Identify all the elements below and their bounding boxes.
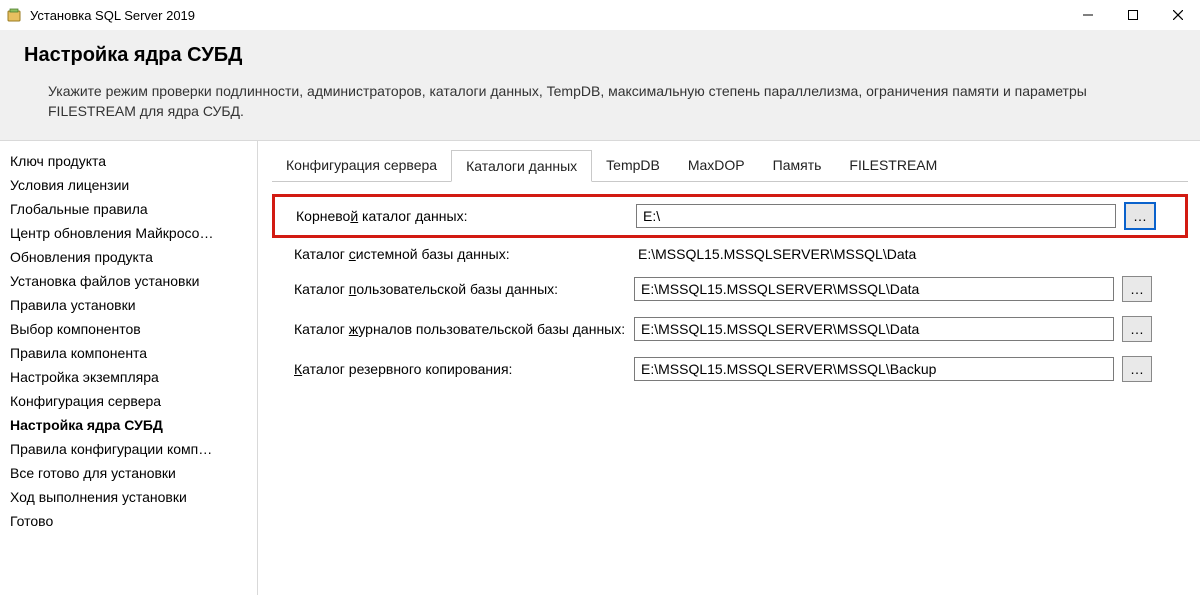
label-root-data-dir: Корневой каталог данных: — [276, 208, 636, 224]
value-system-db-dir: E:\MSSQL15.MSSQLSERVER\MSSQL\Data — [634, 246, 916, 262]
sidebar-step[interactable]: Настройка ядра СУБД — [0, 413, 257, 437]
input-user-db-dir[interactable] — [634, 277, 1114, 301]
row-system-db-dir: Каталог системной базы данных: E:\MSSQL1… — [274, 246, 1186, 262]
sidebar-step[interactable]: Правила компонента — [0, 341, 257, 365]
label-user-log-dir: Каталог журналов пользовательской базы д… — [274, 321, 634, 337]
sidebar-step[interactable]: Все готово для установки — [0, 461, 257, 485]
app-icon — [6, 7, 22, 23]
data-directories-form: Корневой каталог данных: … Каталог систе… — [272, 182, 1188, 382]
tab[interactable]: Память — [759, 150, 836, 182]
sidebar-step[interactable]: Правила установки — [0, 293, 257, 317]
sidebar-step[interactable]: Условия лицензии — [0, 173, 257, 197]
close-button[interactable] — [1155, 0, 1200, 30]
tab[interactable]: Конфигурация сервера — [272, 150, 451, 182]
row-user-log-dir: Каталог журналов пользовательской базы д… — [274, 316, 1186, 342]
tab[interactable]: TempDB — [592, 150, 674, 182]
main-panel: Конфигурация сервераКаталоги данныхTempD… — [258, 141, 1200, 595]
browse-backup-dir-button[interactable]: … — [1122, 356, 1152, 382]
sidebar-step[interactable]: Ход выполнения установки — [0, 485, 257, 509]
tab[interactable]: Каталоги данных — [451, 150, 592, 182]
sidebar-step[interactable]: Установка файлов установки — [0, 269, 257, 293]
sidebar-step[interactable]: Обновления продукта — [0, 245, 257, 269]
label-backup-dir: Каталог резервного копирования: — [274, 361, 634, 377]
sidebar-step[interactable]: Настройка экземпляра — [0, 365, 257, 389]
window-buttons — [1065, 0, 1200, 30]
sidebar-step[interactable]: Глобальные правила — [0, 197, 257, 221]
sidebar-step[interactable]: Готово — [0, 509, 257, 533]
sidebar-step[interactable]: Конфигурация сервера — [0, 389, 257, 413]
sidebar-step[interactable]: Центр обновления Майкросо… — [0, 221, 257, 245]
tab[interactable]: FILESTREAM — [835, 150, 951, 182]
input-user-log-dir[interactable] — [634, 317, 1114, 341]
page-subtitle: Укажите режим проверки подлинности, адми… — [48, 81, 1148, 122]
label-user-db-dir: Каталог пользовательской базы данных: — [274, 281, 634, 297]
sidebar-step[interactable]: Правила конфигурации комп… — [0, 437, 257, 461]
minimize-button[interactable] — [1065, 0, 1110, 30]
row-user-db-dir: Каталог пользовательской базы данных: … — [274, 276, 1186, 302]
browse-user-db-dir-button[interactable]: … — [1122, 276, 1152, 302]
tab-strip: Конфигурация сервераКаталоги данныхTempD… — [272, 149, 1188, 182]
label-system-db-dir: Каталог системной базы данных: — [274, 246, 634, 262]
page-title: Настройка ядра СУБД — [24, 44, 1176, 67]
page-header: Настройка ядра СУБД Укажите режим провер… — [0, 30, 1200, 141]
content-area: Ключ продуктаУсловия лицензииГлобальные … — [0, 141, 1200, 595]
wizard-steps-sidebar: Ключ продуктаУсловия лицензииГлобальные … — [0, 141, 258, 595]
maximize-button[interactable] — [1110, 0, 1155, 30]
tab[interactable]: MaxDOP — [674, 150, 759, 182]
browse-user-log-dir-button[interactable]: … — [1122, 316, 1152, 342]
sidebar-step[interactable]: Выбор компонентов — [0, 317, 257, 341]
window-titlebar: Установка SQL Server 2019 — [0, 0, 1200, 30]
row-backup-dir: Каталог резервного копирования: … — [274, 356, 1186, 382]
sidebar-step[interactable]: Ключ продукта — [0, 149, 257, 173]
browse-root-data-dir-button[interactable]: … — [1124, 202, 1156, 230]
input-root-data-dir[interactable] — [636, 204, 1116, 228]
window-title: Установка SQL Server 2019 — [30, 8, 1065, 23]
input-backup-dir[interactable] — [634, 357, 1114, 381]
row-root-data-dir: Корневой каталог данных: … — [274, 196, 1186, 236]
